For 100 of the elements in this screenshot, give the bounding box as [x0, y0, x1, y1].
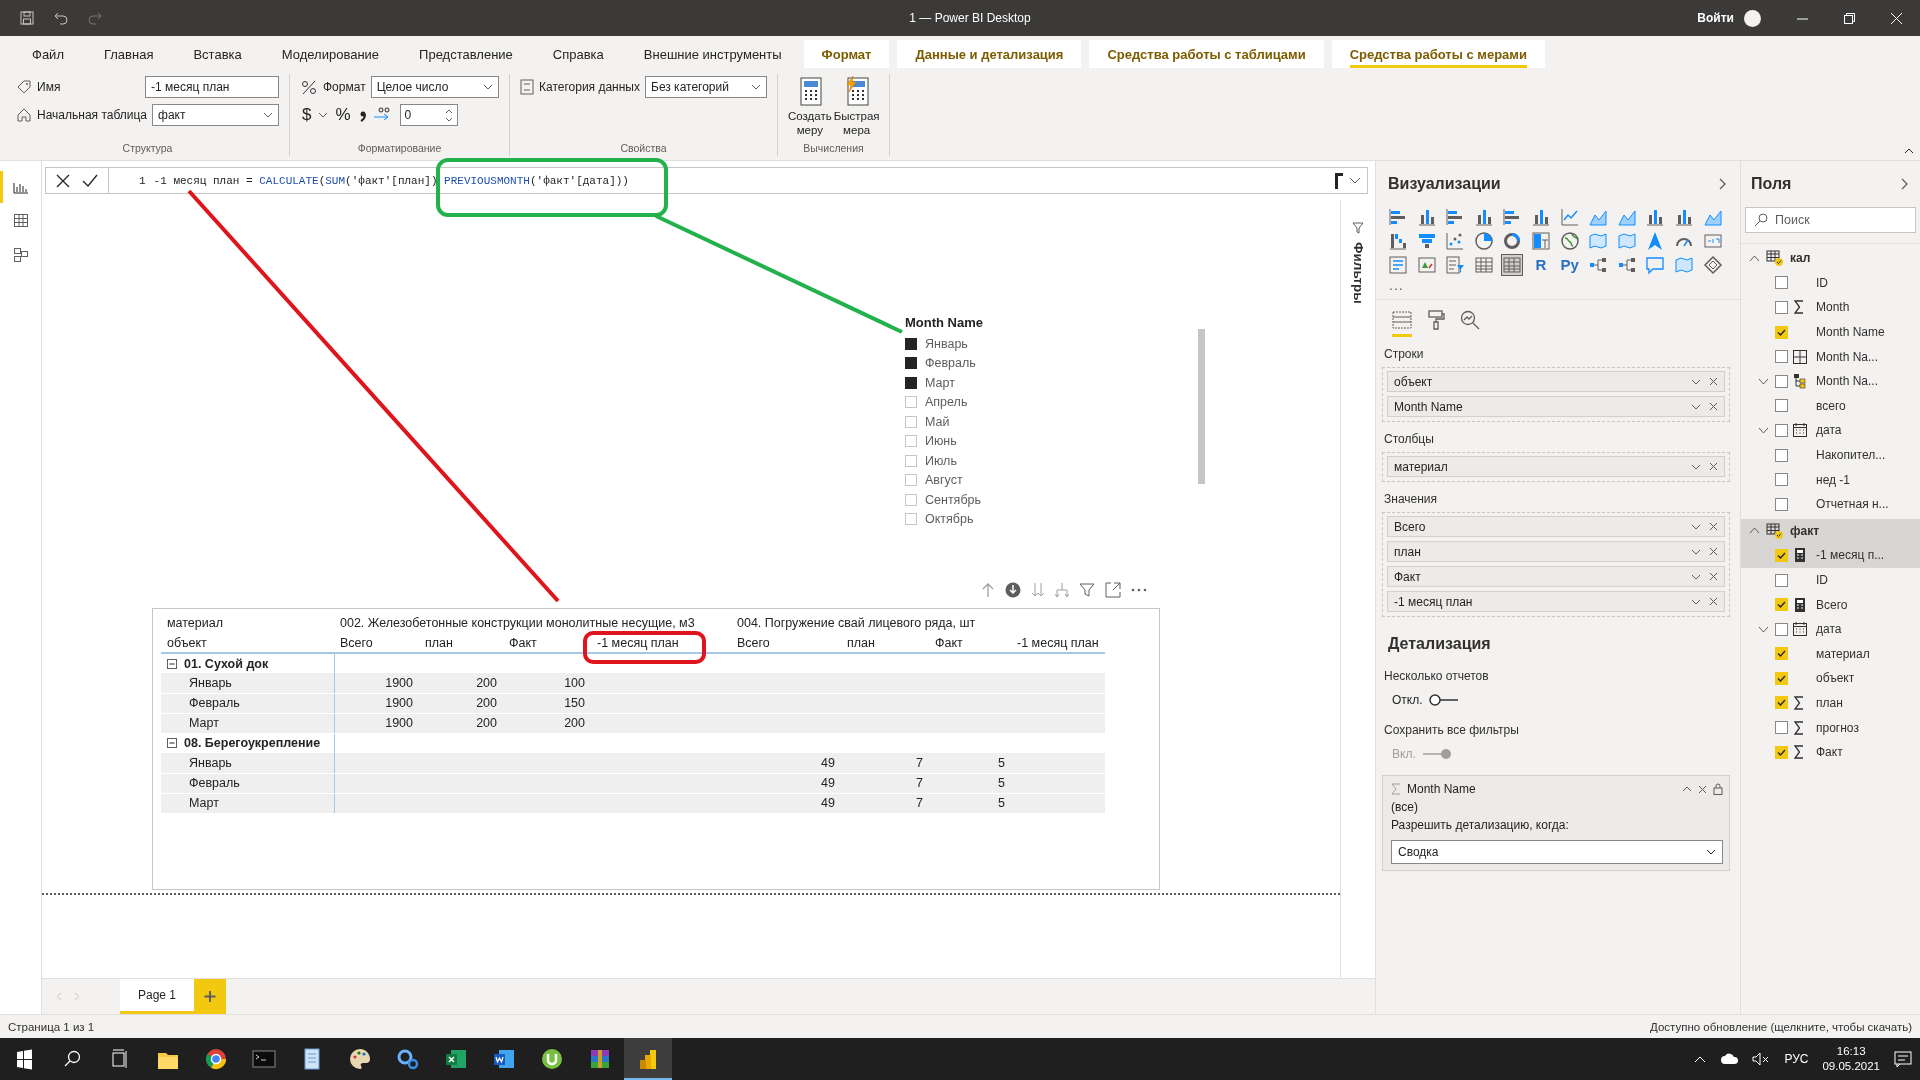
collapse-icon[interactable] — [167, 658, 177, 669]
field-pill[interactable]: план — [1387, 541, 1725, 562]
donut-chart-icon[interactable] — [1502, 231, 1523, 251]
collapse-icon[interactable] — [167, 738, 177, 749]
speaker-muted-icon[interactable] — [1752, 1052, 1771, 1066]
speech-bubble-icon[interactable] — [1645, 255, 1666, 275]
field-row[interactable]: объект — [1741, 666, 1920, 691]
collapse-ribbon-icon[interactable] — [1904, 148, 1914, 154]
currency-button[interactable]: $ — [300, 105, 314, 125]
slicer-item[interactable]: Сентябрь — [925, 492, 981, 507]
ribbon-tab[interactable]: Главная — [85, 40, 172, 68]
commit-icon[interactable] — [82, 173, 98, 188]
field-row[interactable]: материал — [1741, 641, 1920, 667]
close-icon[interactable] — [1698, 784, 1707, 794]
clock-date[interactable]: 09.05.2021 — [1822, 1059, 1880, 1074]
field-row[interactable]: ID — [1741, 567, 1920, 593]
column-header[interactable]: -1 месяц план — [591, 633, 731, 653]
chevron-down-icon[interactable] — [1691, 463, 1701, 470]
page-tab[interactable]: Page 1 — [120, 979, 195, 1014]
lock-icon[interactable] — [1713, 783, 1723, 795]
column-header[interactable]: -1 месяц план — [1011, 633, 1105, 653]
checkbox[interactable] — [1775, 448, 1788, 462]
column-header[interactable]: Всего — [731, 633, 841, 653]
chevron-right-icon[interactable] — [1901, 178, 1908, 190]
checkbox[interactable] — [905, 337, 917, 350]
close-icon[interactable] — [1709, 597, 1718, 606]
pie-chart-icon[interactable] — [1473, 231, 1494, 251]
field-row[interactable]: Накопител... — [1741, 442, 1920, 468]
map-icon[interactable] — [1616, 231, 1637, 251]
update-link[interactable]: Доступно обновление (щелкните, чтобы скачать) — [1650, 1020, 1912, 1033]
notifications-icon[interactable] — [1894, 1051, 1912, 1067]
treemap-icon[interactable] — [1530, 231, 1551, 251]
clock-time[interactable]: 16:13 — [1836, 1044, 1866, 1059]
field-row[interactable]: Факт — [1741, 739, 1920, 765]
save-icon[interactable] — [20, 11, 34, 25]
decimal-places-input[interactable]: 0 — [399, 104, 458, 126]
focus-mode-icon[interactable] — [1105, 582, 1121, 598]
field-pill[interactable]: Month Name — [1387, 396, 1725, 417]
chevron-down-icon[interactable] — [1691, 378, 1701, 385]
slicer-item[interactable]: Август — [925, 473, 963, 488]
column-chart-icon[interactable] — [1530, 207, 1551, 227]
formula-text[interactable]: -1 месяц план = CALCULATE(SUM('факт'[план]) PREVIOUSMONTH('факт'[дата])) — [153, 174, 629, 187]
tree-diagram-icon[interactable] — [1588, 255, 1609, 275]
field-row[interactable]: Month Na... — [1741, 344, 1920, 369]
checkbox[interactable] — [1775, 276, 1788, 290]
ribbon-tab[interactable]: Средства работы с мерами — [1331, 40, 1545, 68]
close-icon[interactable] — [1709, 522, 1718, 531]
filters-pane-tab[interactable]: Фильтры — [1350, 242, 1366, 304]
checkbox[interactable] — [1775, 325, 1788, 339]
table-icon[interactable] — [1502, 255, 1523, 275]
ribbon-tab[interactable]: Справка — [534, 40, 622, 68]
column-header[interactable]: план — [419, 633, 503, 653]
field-pill[interactable]: материал — [1387, 456, 1725, 477]
field-pill[interactable]: объект — [1387, 371, 1725, 392]
language-indicator[interactable]: РУС — [1784, 1052, 1809, 1066]
line-chart-icon[interactable] — [1559, 207, 1580, 227]
checkbox[interactable] — [1775, 671, 1788, 685]
column-chart-icon[interactable] — [1645, 207, 1666, 227]
column-chart-icon[interactable] — [1473, 207, 1494, 227]
chevron-down-icon[interactable] — [1691, 523, 1701, 530]
category-dropdown[interactable]: Без категорий — [645, 76, 767, 98]
checkbox[interactable] — [1775, 374, 1788, 388]
chevron-down-icon[interactable] — [1757, 426, 1769, 434]
checkbox[interactable] — [1775, 350, 1788, 364]
checkbox[interactable] — [1775, 423, 1788, 437]
checkbox[interactable] — [1775, 696, 1788, 710]
script-visual-button[interactable]: R — [1530, 255, 1551, 275]
checkbox[interactable] — [1775, 473, 1788, 487]
field-pill[interactable]: Всего — [1387, 516, 1725, 537]
column-header[interactable]: план — [841, 633, 929, 653]
chevron-down-icon[interactable] — [1691, 403, 1701, 410]
chevron-down-icon[interactable] — [1757, 377, 1769, 385]
kpi-card-icon[interactable] — [1416, 255, 1437, 275]
waterfall-chart-icon[interactable] — [1388, 231, 1408, 251]
chevron-down-icon[interactable] — [1691, 548, 1701, 555]
column-header[interactable]: Факт — [929, 633, 1011, 653]
fields-well-icon[interactable] — [1392, 310, 1412, 337]
field-row[interactable]: план — [1741, 690, 1920, 716]
diamond-icon[interactable] — [1702, 255, 1723, 275]
table-icon[interactable] — [1473, 255, 1494, 275]
slicer-item[interactable]: Июль — [925, 453, 957, 468]
ribbon-tab[interactable]: Средства работы с таблицами — [1089, 40, 1324, 68]
scatter-chart-icon[interactable] — [1445, 231, 1466, 251]
checkbox[interactable] — [905, 376, 917, 389]
slicer-item[interactable]: Апрель — [925, 395, 968, 410]
field-row[interactable]: -1 месяц п... — [1741, 543, 1920, 568]
chevron-down-icon[interactable] — [444, 116, 453, 122]
chevron-right-icon[interactable] — [1719, 178, 1726, 190]
close-icon[interactable] — [1709, 377, 1718, 386]
percent-button[interactable]: % — [333, 105, 353, 125]
search-field[interactable]: Поиск — [1745, 207, 1916, 233]
table-row[interactable]: кал — [1741, 246, 1920, 271]
ribbon-tab[interactable]: Формат — [803, 40, 890, 68]
chevron-down-icon[interactable] — [1757, 625, 1769, 633]
checkbox[interactable] — [1775, 622, 1788, 636]
slicer-item[interactable]: Октябрь — [925, 512, 974, 527]
drillthrough-dropdown[interactable]: Сводка — [1391, 840, 1723, 864]
expand-formula-icon[interactable] — [1349, 176, 1361, 185]
field-row[interactable]: дата — [1741, 616, 1920, 642]
cloud-icon[interactable] — [1720, 1053, 1739, 1065]
